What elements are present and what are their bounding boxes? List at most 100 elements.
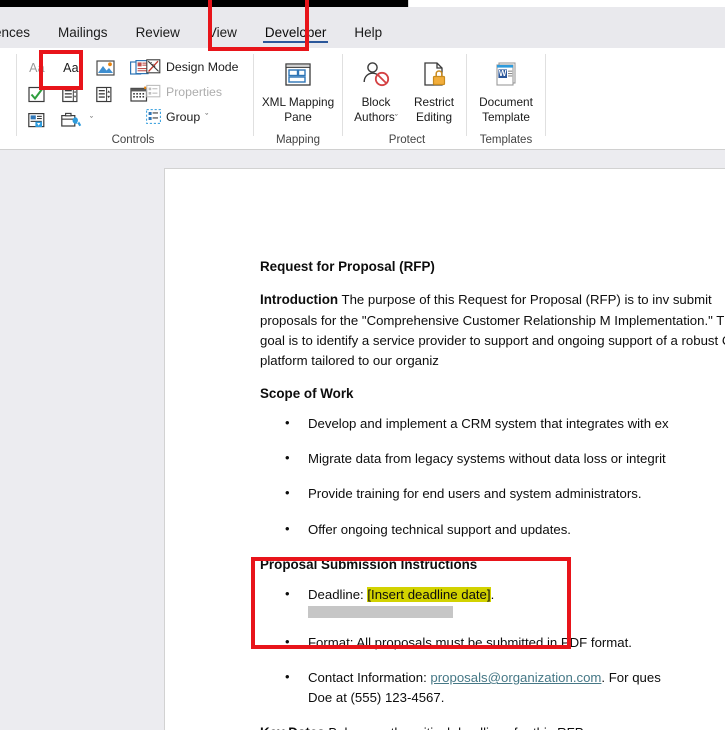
block-authors-icon [361, 58, 391, 92]
word-window: ences Mailings Review View Developer Hel… [0, 0, 725, 730]
deadline-date-placeholder[interactable]: [Insert deadline date] [367, 586, 491, 602]
plain-text-content-control-icon[interactable]: Aa [60, 58, 82, 78]
content-control-gray-field[interactable] [308, 606, 453, 618]
properties-icon [146, 84, 161, 98]
document-body[interactable]: Request for Proposal (RFP) Introduction … [260, 257, 725, 730]
scope-item-text: Offer ongoing technical support and upda… [308, 521, 571, 537]
block-authors-caret-icon[interactable]: ˇ [395, 113, 398, 123]
tab-label: Mailings [58, 25, 108, 40]
contact-email-link[interactable]: proposals@organization.com [430, 670, 601, 685]
separator-after-controls [253, 54, 254, 136]
design-mode-icon [146, 59, 161, 74]
document-template-label: Document Template [479, 95, 533, 125]
scope-item-text: Develop and implement a CRM system that … [308, 416, 669, 432]
list-item-format: Format: All proposals must be submitted … [260, 632, 725, 653]
xml-mapping-line1: XML Mapping [261, 95, 335, 109]
block-authors-label: Block Authorsˇ [354, 95, 398, 125]
group-label-controls: Controls [111, 134, 155, 146]
properties-button[interactable]: Properties [146, 84, 222, 99]
introduction-paragraph: Introduction The purpose of this Request… [260, 290, 725, 371]
contact-suffix: . For ques [601, 670, 661, 686]
list-item: Offer ongoing technical support and upda… [260, 518, 725, 540]
group-caret-icon[interactable]: ˇ [205, 112, 208, 122]
group-label-mapping: Mapping [275, 134, 321, 146]
restrict-editing-icon [420, 58, 448, 92]
design-mode-button[interactable]: Design Mode [146, 59, 238, 74]
xml-mapping-pane-icon [284, 58, 312, 92]
format-text: Format: All proposals must be submitted … [308, 635, 632, 650]
legacy-tools-caret-icon[interactable]: ˇ [90, 115, 93, 125]
group-button[interactable]: Group ˇ [146, 109, 208, 124]
ribbon-group-mapping: XML Mapping Pane Mapping [258, 48, 338, 150]
tab-developer[interactable]: Developer [251, 7, 341, 48]
contact-prefix: Contact Information: [308, 670, 431, 686]
list-item: Develop and implement a CRM system that … [260, 413, 725, 434]
active-tab-underline [262, 40, 329, 43]
plain-text-label: Aa [63, 61, 79, 75]
group-label: Group [166, 109, 201, 124]
checkbox-content-control-icon[interactable] [26, 84, 48, 104]
document-title: Request for Proposal (RFP) [260, 259, 435, 274]
document-template-line2: Template [482, 110, 530, 125]
submission-instructions-heading: Proposal Submission Instructions [260, 556, 478, 572]
ribbon-group-protect: Block Authorsˇ Restrict Editing Protect [348, 48, 466, 150]
document-template-button[interactable]: W Document Template [470, 58, 542, 125]
tab-help[interactable]: Help [340, 7, 396, 48]
ribbon-group-controls: Aa Aa ˇ Design Mode Properties Group ˇ C… [18, 48, 248, 150]
repeating-section-content-control-icon[interactable] [26, 110, 48, 130]
restrict-editing-line2: Editing [415, 110, 453, 125]
ribbon-tab-bar: ences Mailings Review View Developer Hel… [0, 7, 725, 48]
rich-text-content-control-icon[interactable]: Aa [26, 58, 48, 78]
list-item: Migrate data from legacy systems without… [260, 448, 725, 469]
tab-review[interactable]: Review [122, 7, 194, 48]
list-item-deadline: Deadline: [Insert deadline date]. [260, 584, 725, 618]
restrict-editing-line1: Restrict [414, 95, 454, 109]
picture-content-control-icon[interactable] [94, 58, 116, 78]
scope-item-text: Migrate data from legacy systems without… [308, 451, 666, 467]
tab-label: Developer [264, 25, 327, 40]
document-workspace[interactable]: Request for Proposal (RFP) Introduction … [0, 150, 725, 730]
restrict-editing-label: Restrict Editing [414, 95, 454, 125]
controls-row-3: ˇ [26, 110, 93, 130]
restrict-editing-button[interactable]: Restrict Editing [406, 58, 462, 125]
controls-row-1: Aa Aa [26, 58, 150, 78]
xml-mapping-pane-button[interactable]: XML Mapping Pane [261, 58, 335, 125]
introduction-label: Introduction [260, 292, 339, 308]
tab-mailings[interactable]: Mailings [44, 7, 122, 48]
combo-box-content-control-icon[interactable] [60, 84, 82, 104]
deadline-prefix: Deadline: [308, 586, 368, 602]
xml-mapping-pane-label: XML Mapping Pane [262, 95, 334, 125]
separator-after-protect [466, 54, 467, 136]
separator-before-controls [16, 54, 17, 136]
group-icon [146, 109, 161, 124]
block-authors-line1: Block [361, 95, 391, 109]
tab-label: ences [0, 25, 31, 40]
properties-label: Properties [166, 84, 223, 99]
xml-mapping-line2: Pane [284, 110, 312, 125]
tab-label: Help [354, 25, 383, 40]
controls-row-2 [26, 84, 150, 104]
deadline-suffix: . [490, 586, 495, 602]
group-label-templates: Templates [479, 134, 533, 146]
document-page[interactable]: Request for Proposal (RFP) Introduction … [164, 168, 725, 730]
key-dates-paragraph: Key Dates Below are the critical deadlin… [260, 723, 725, 730]
rich-text-label: Aa [29, 61, 45, 75]
submission-heading-wrap: Proposal Submission Instructions [260, 555, 725, 575]
legacy-tools-icon[interactable] [60, 110, 82, 130]
tab-view[interactable]: View [194, 7, 251, 48]
tab-list: ences Mailings Review View Developer Hel… [0, 7, 396, 48]
scope-of-work-heading: Scope of Work [260, 385, 354, 401]
separator-after-mapping [342, 54, 343, 136]
dropdown-list-content-control-icon[interactable] [94, 84, 116, 104]
list-item: Provide training for end users and syste… [260, 483, 725, 504]
design-mode-label: Design Mode [166, 59, 239, 74]
separator-after-templates [545, 54, 546, 136]
tab-references-clipped[interactable]: ences [0, 7, 44, 48]
key-dates-label: Key Dates [260, 725, 325, 730]
document-template-icon: W [492, 58, 520, 92]
document-template-line1: Document [479, 95, 533, 109]
submission-instructions-list: Deadline: [Insert deadline date]. Format… [260, 584, 725, 708]
group-label-protect: Protect [388, 134, 426, 146]
block-authors-button[interactable]: Block Authorsˇ [348, 58, 404, 125]
contact-line-2: Doe at (555) 123-4567. [308, 690, 445, 706]
